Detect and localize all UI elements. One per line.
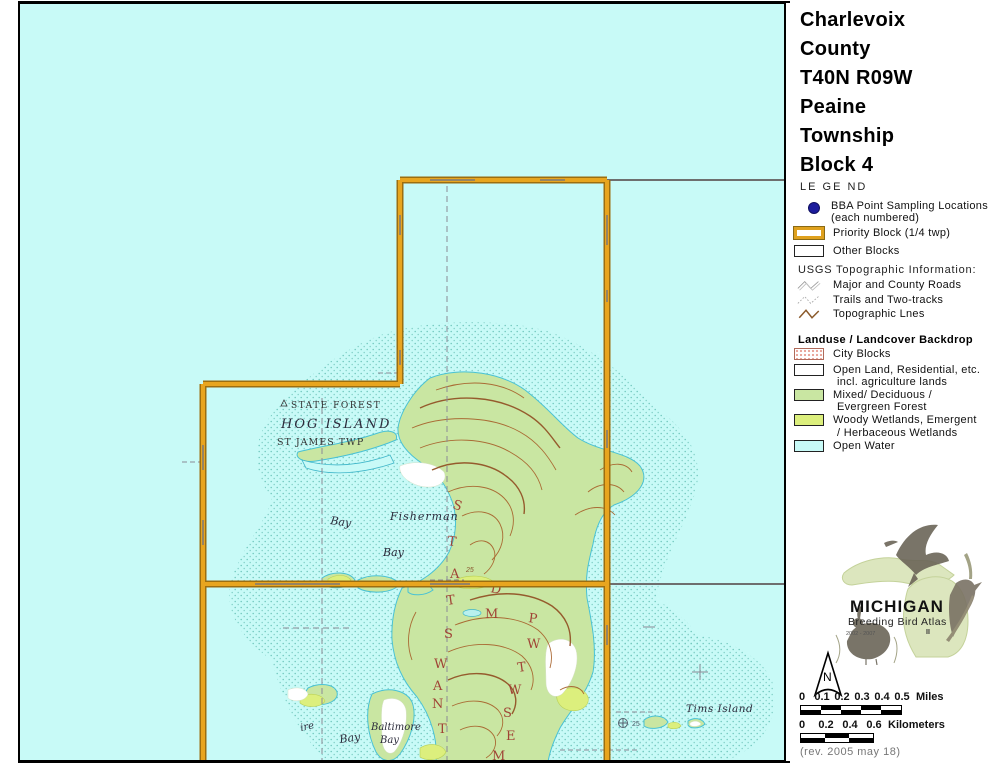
revision-note: (rev. 2005 may 18) [800,746,901,758]
title-line: Township [800,122,913,151]
state-forest-label: STATE FOREST [291,401,381,411]
svg-text:S: S [503,706,512,721]
title-line: Block 4 [800,151,913,180]
north-label: N [823,670,832,684]
svg-text:W: W [508,683,522,698]
svg-text:A: A [432,679,443,694]
logo-numeral: II [926,629,930,636]
svg-text:A: A [449,567,460,582]
legend-item-priority-block: Priority Block (1/4 twp) [794,227,950,239]
priority-block-swatch [794,227,824,239]
legend-item-label: Open Land, Residential, etc. [833,364,980,376]
logo-name: MICHIGAN [850,597,944,616]
legend-heading: LE GE ND [800,181,867,193]
title-line: T40N R09W [800,64,913,93]
landuse-heading: Landuse / Landcover Backdrop [798,334,973,346]
usgs-heading: USGS Topographic Information: [798,264,976,276]
sampling-point-icon [808,202,820,214]
bay-south-label: Bay [382,546,405,559]
sounding-label: 25 [632,721,640,728]
mbba-logo: MICHIGAN Breeding Bird Atlas 2002 - 2007… [796,515,994,665]
legend-item-label: Mixed/ Deciduous / [833,389,932,401]
topo-map: 25 25 S T A T S D M P W T W S E M W A N … [18,2,786,762]
legend-item-topo-lines: Topographic Lnes [794,308,925,320]
tims-island-label: Tims Island [686,703,753,715]
svg-text:M: M [485,607,498,622]
legend-item-label: Woody Wetlands, Emergent [833,414,977,426]
logo-years: 2002 - 2007 [846,631,875,637]
other-blocks-swatch [794,245,824,257]
baltimore-label: Baltimore [370,722,421,733]
svg-text:E: E [506,729,516,744]
woody-wetlands-label-2: / Herbaceous Wetlands [837,427,957,439]
legend-item-roads: Major and County Roads [794,279,961,291]
open-water-swatch [794,440,824,452]
title-line: County [800,35,913,64]
wetland-swatch [794,414,824,426]
km-bar [800,733,874,743]
trail-line-icon [794,294,824,306]
legend-item-label: BBA Point Sampling Locations (each numbe… [831,200,988,224]
open-land-label-2: incl. agriculture lands [837,376,947,388]
legend-item-label: Priority Block (1/4 twp) [833,227,950,239]
miles-bar [800,705,902,715]
mixed-forest-label-2: Evergreen Forest [837,401,927,413]
title-line: Charlevoix [800,6,913,35]
svg-text:W: W [527,637,541,652]
legend-item-open-water: Open Water [794,440,895,452]
legend-item-woody-wetlands: Woody Wetlands, Emergent [794,414,977,426]
legend-item-city-blocks: City Blocks [794,348,891,360]
legend-item-trails: Trails and Two-tracks [794,294,943,306]
title-line: Peaine [800,93,913,122]
legend-item-other-blocks: Other Blocks [794,245,900,257]
legend-item-mixed-forest: Mixed/ Deciduous / [794,389,932,401]
pond [463,610,481,617]
svg-text:W: W [434,657,448,672]
legend-item-label: City Blocks [833,348,891,360]
legend-item-label: Trails and Two-tracks [833,294,943,306]
map-panel: 25 25 S T A T S D M P W T W S E M W A N … [18,2,786,762]
open-land-swatch [794,364,824,376]
svg-text:N: N [432,697,443,712]
legend-item-label: Topographic Lnes [833,308,925,320]
baltimore-bay-label: Bay [379,735,399,746]
map-title: Charlevoix County T40N R09W Peaine Towns… [800,6,913,180]
svg-text:S: S [444,627,453,642]
fisherman-label: Fisherman [389,510,459,523]
svg-text:T: T [438,722,447,737]
benchmark-symbol [619,719,628,728]
legend-item-label: Other Blocks [833,245,900,257]
road-line-icon [794,279,824,291]
st-james-twp-label: ST JAMES TWP [277,437,364,448]
contour-label: 25 [465,567,474,574]
legend-item-bba-points: BBA Point Sampling Locations (each numbe… [794,200,988,224]
forest-swatch [794,389,824,401]
legend-item-label: Open Water [833,440,895,452]
city-blocks-swatch [794,348,824,360]
hog-island-label: HOG ISLAND [280,417,391,432]
legend-panel: Charlevoix County T40N R09W Peaine Towns… [790,0,1000,768]
topo-line-icon [794,308,824,320]
logo-subtitle: Breeding Bird Atlas [848,616,947,628]
legend-item-open-land: Open Land, Residential, etc. [794,364,980,376]
legend-item-label: Major and County Roads [833,279,961,291]
